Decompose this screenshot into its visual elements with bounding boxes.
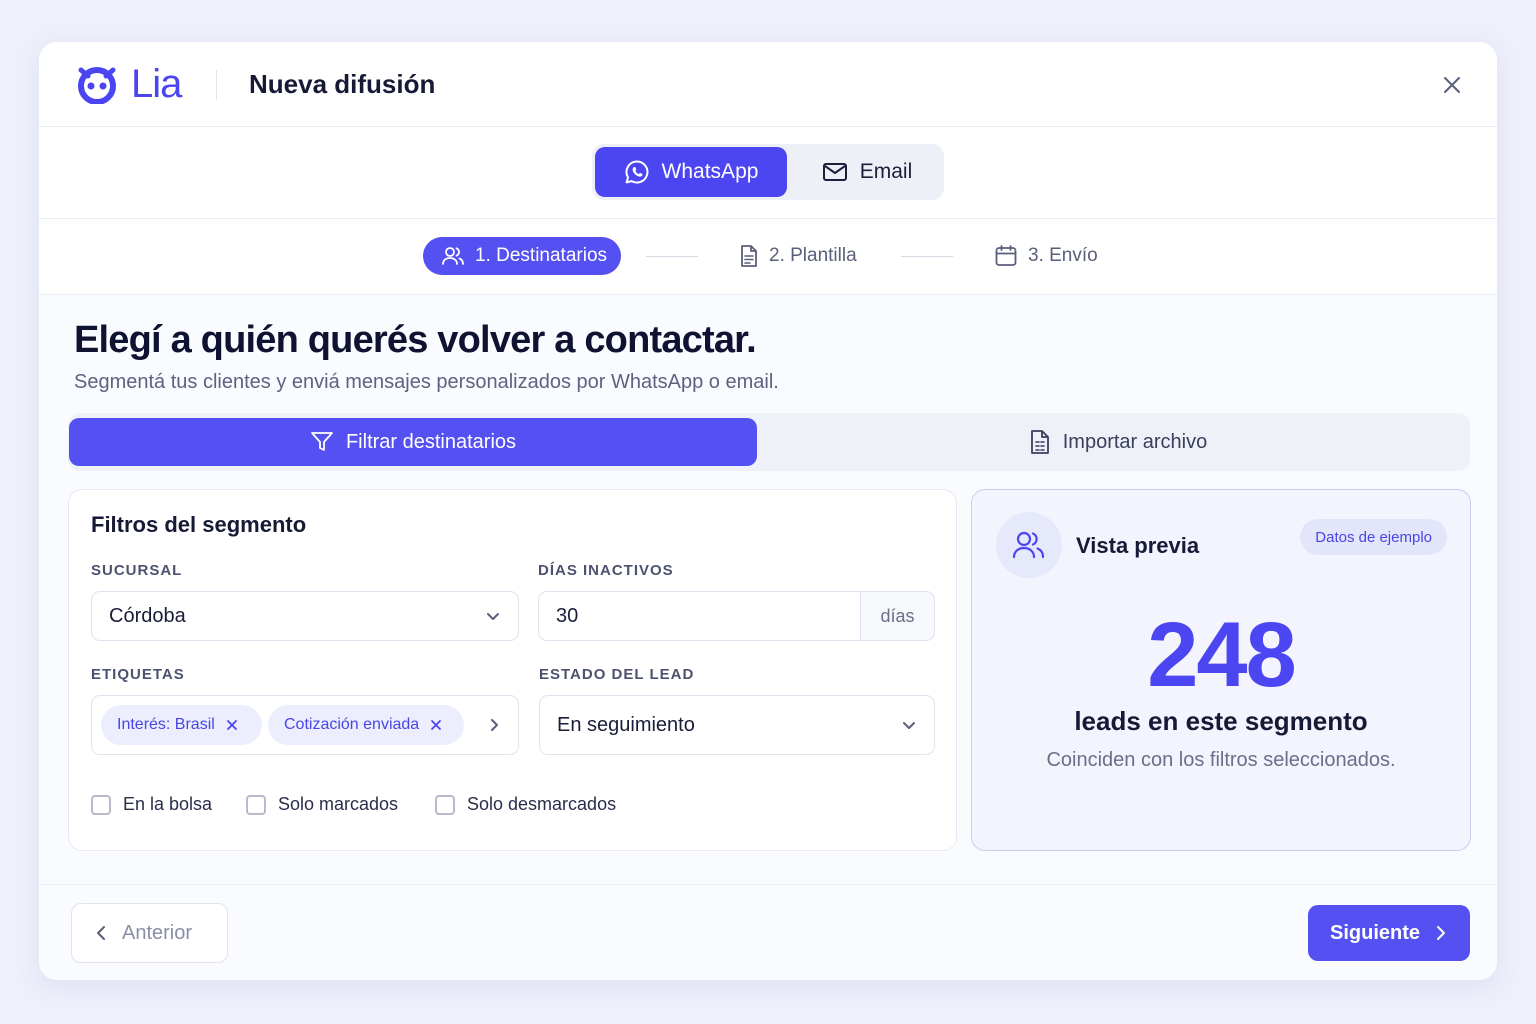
channel-whatsapp-button[interactable]: WhatsApp xyxy=(595,147,787,197)
filter-icon xyxy=(311,432,333,451)
close-icon xyxy=(1444,77,1460,93)
branch-label: SUCURSAL xyxy=(91,562,183,579)
checkbox-in-bag[interactable]: En la bolsa xyxy=(91,794,212,815)
brand-logo: Lia xyxy=(75,62,182,106)
stepper: 1. Destinatarios 2. Plantilla 3. Envío xyxy=(39,219,1497,295)
broadcast-modal: Lia Nueva difusión WhatsApp Email 1. Des… xyxy=(39,42,1497,980)
next-button[interactable]: Siguiente xyxy=(1308,905,1470,961)
step-send-label: 3. Envío xyxy=(1028,245,1098,266)
tags-field[interactable]: Interés: Brasil Cotización enviada xyxy=(91,695,519,755)
previous-label: Anterior xyxy=(122,921,193,944)
close-icon xyxy=(431,720,442,730)
mode-tabs: Filtrar destinatarios Importar archivo xyxy=(68,413,1470,471)
tags-more-button[interactable] xyxy=(486,716,502,739)
segment-filters-card: Filtros del segmento SUCURSAL Córdoba DÍ… xyxy=(68,489,957,851)
checkbox-only-unmarked[interactable]: Solo desmarcados xyxy=(435,794,616,815)
inactive-days-field: días xyxy=(538,591,935,641)
chevron-right-icon xyxy=(491,719,498,731)
chevron-down-icon xyxy=(487,613,499,620)
channel-row: WhatsApp Email xyxy=(39,127,1497,219)
tag-chip-label: Cotización enviada xyxy=(284,716,420,733)
lead-count-label: leads en este segmento xyxy=(1074,706,1368,736)
step-connector xyxy=(646,256,698,257)
close-button[interactable] xyxy=(1437,70,1467,100)
step-template-label: 2. Plantilla xyxy=(769,245,857,266)
previous-button[interactable]: Anterior xyxy=(71,903,228,963)
calendar-icon xyxy=(995,245,1017,266)
lead-state-value: En seguimiento xyxy=(557,713,695,736)
branch-select[interactable]: Córdoba xyxy=(91,591,519,641)
lead-state-select[interactable]: En seguimiento xyxy=(539,695,935,755)
tag-chip-label: Interés: Brasil xyxy=(117,716,215,733)
users-icon xyxy=(442,247,464,265)
inactive-days-input[interactable] xyxy=(539,592,859,640)
remove-tag-button[interactable] xyxy=(429,718,443,732)
checkbox-only-marked[interactable]: Solo marcados xyxy=(246,794,398,815)
header-divider xyxy=(216,70,217,100)
lead-count-subtitle: Coinciden con los filtros seleccionados. xyxy=(1046,749,1396,771)
preview-card: Vista previa Datos de ejemplo 248 leads … xyxy=(971,489,1471,851)
step-connector xyxy=(901,256,953,257)
checkbox-label: Solo marcados xyxy=(278,794,399,814)
modal-title: Nueva difusión xyxy=(249,69,436,99)
inactive-days-suffix: días xyxy=(860,592,934,640)
chevron-left-icon xyxy=(97,926,105,940)
branch-value: Córdoba xyxy=(109,604,186,627)
whatsapp-icon xyxy=(625,160,648,184)
step-send[interactable]: 3. Envío xyxy=(994,237,1098,275)
inactive-days-label: DÍAS INACTIVOS xyxy=(538,562,674,579)
modal-header: Lia Nueva difusión xyxy=(39,42,1497,127)
channel-email-label: Email xyxy=(859,160,913,183)
preview-title: Vista previa xyxy=(1076,533,1200,558)
tag-chip: Interés: Brasil xyxy=(101,705,262,745)
checkbox-box[interactable] xyxy=(246,794,266,815)
chevron-right-icon xyxy=(1437,926,1445,940)
tag-chip: Cotización enviada xyxy=(268,705,464,745)
sample-data-badge: Datos de ejemplo xyxy=(1300,519,1447,555)
document-icon xyxy=(741,245,757,267)
tab-import-label: Importar archivo xyxy=(1062,430,1208,453)
channel-switch: WhatsApp Email xyxy=(592,144,944,200)
channel-whatsapp-label: WhatsApp xyxy=(661,160,759,183)
preview-avatar xyxy=(996,512,1062,578)
chevron-down-icon xyxy=(903,722,915,729)
lead-count: 248 xyxy=(1147,604,1297,706)
tags-label: ETIQUETAS xyxy=(91,666,185,683)
checkbox-label: En la bolsa xyxy=(123,794,213,814)
users-icon xyxy=(1012,531,1045,559)
lia-logo-icon xyxy=(78,67,116,104)
step-recipients-label: 1. Destinatarios xyxy=(475,245,608,266)
lead-state-label: ESTADO DEL LEAD xyxy=(539,666,695,683)
step-template[interactable]: 2. Plantilla xyxy=(739,237,857,275)
checkbox-box[interactable] xyxy=(435,794,455,815)
step-recipients[interactable]: 1. Destinatarios xyxy=(423,237,621,275)
tab-filter-label: Filtrar destinatarios xyxy=(345,430,517,453)
checkbox-label: Solo desmarcados xyxy=(467,794,617,814)
close-icon xyxy=(226,720,237,730)
next-label: Siguiente xyxy=(1329,921,1420,944)
tab-import-file[interactable]: Importar archivo xyxy=(768,418,1468,466)
filters-title: Filtros del segmento xyxy=(91,512,307,537)
brand-name: Lia xyxy=(131,62,182,106)
mail-icon xyxy=(822,163,847,181)
page-title: Elegí a quién querés volver a contactar. xyxy=(74,319,757,361)
remove-tag-button[interactable] xyxy=(225,718,239,732)
channel-email-button[interactable]: Email xyxy=(797,147,937,197)
tab-filter-recipients[interactable]: Filtrar destinatarios xyxy=(69,418,757,466)
modal-footer: Anterior Siguiente xyxy=(39,884,1497,980)
file-icon xyxy=(1030,430,1049,454)
checkbox-box[interactable] xyxy=(91,794,111,815)
page-subtitle: Segmentá tus clientes y enviá mensajes p… xyxy=(74,371,779,393)
